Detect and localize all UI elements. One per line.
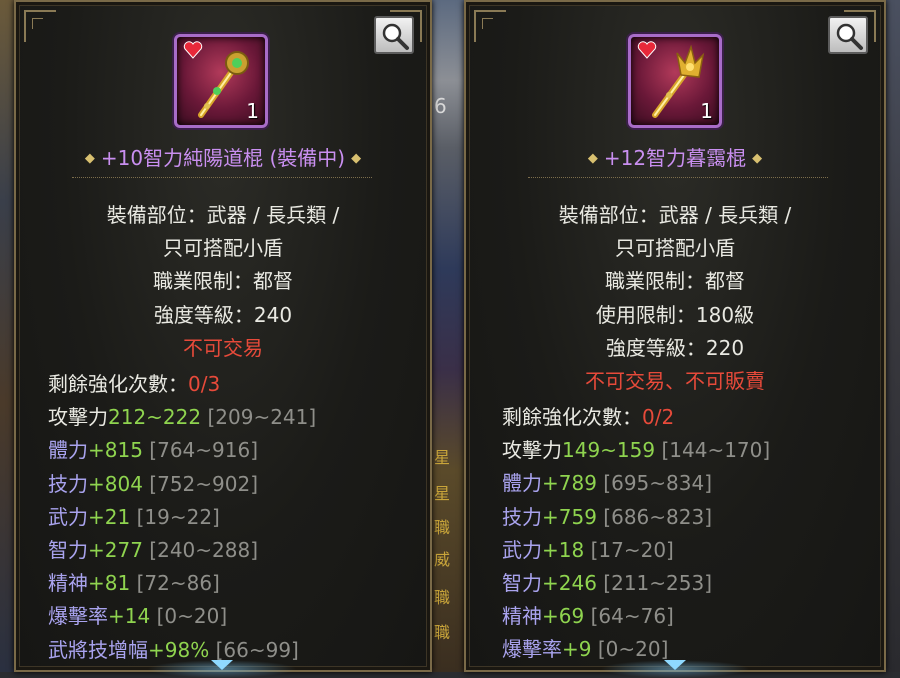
item-icon-slot[interactable]: 1 — [174, 34, 268, 128]
item-quantity: 1 — [246, 99, 259, 123]
item-stats: 剩餘強化次數：0/3 攻擊力212~222 [209~241] 體力+815 [… — [48, 368, 316, 667]
diamond-icon: ◆ — [752, 151, 763, 166]
background-text: 6 — [434, 94, 447, 118]
divider — [528, 177, 828, 178]
equip-slot: 裝備部位：武器 / 長兵類 / — [558, 203, 792, 227]
job-limit: 職業限制：都督 — [153, 269, 293, 294]
job-limit: 職業限制：都督 — [605, 269, 745, 294]
divider — [72, 177, 372, 178]
stat-row: 精神+69 [64~76] — [502, 604, 674, 629]
item-name-text: +12智力暮靄棍 — [603, 146, 747, 170]
stat-row: 體力+789 [695~834] — [502, 471, 713, 496]
diamond-icon: ◆ — [84, 151, 95, 166]
background-text: 職 — [434, 518, 451, 537]
background-text: 威 — [434, 550, 451, 569]
stat-row-attack: 攻擊力149~159 [144~170] — [502, 438, 771, 463]
frame-ornament — [24, 10, 56, 42]
equip-slot: 裝備部位：武器 / 長兵類 / — [106, 203, 340, 227]
item-quantity: 1 — [700, 99, 713, 123]
stat-row: 武力+18 [17~20] — [502, 537, 674, 562]
stat-row: 武力+21 [19~22] — [48, 504, 220, 529]
stat-row: 體力+815 [764~916] — [48, 438, 259, 463]
diamond-icon: ◆ — [351, 151, 362, 166]
item-name: ◆ +12智力暮靄棍 ◆ — [466, 142, 884, 171]
item-tooltip-equipped: 1 ◆ +10智力純陽道棍 (裝備中) ◆ 裝備部位：武器 / 長兵類 / 只可搭配… — [14, 0, 432, 678]
item-stats: 剩餘強化次數：0/2 攻擊力149~159 [144~170] 體力+789 [… — [502, 401, 770, 667]
scroll-down-icon[interactable] — [211, 660, 233, 670]
background-text: 星 — [434, 448, 451, 467]
equip-slot-note: 只可搭配小盾 — [163, 236, 283, 261]
item-name: ◆ +10智力純陽道棍 (裝備中) ◆ — [16, 142, 430, 171]
item-info: 裝備部位：武器 / 長兵類 / 只可搭配小盾 職業限制：都督 使用限制：180級… — [466, 199, 884, 398]
frame-ornament — [474, 10, 506, 42]
magnify-button[interactable] — [374, 16, 414, 54]
diamond-icon: ◆ — [587, 151, 598, 166]
game-background-middle: 6 星 星 職 威 職 職 — [432, 0, 464, 672]
scroll-down-icon[interactable] — [664, 660, 686, 670]
stat-row-attack: 攻擊力212~222 [209~241] — [48, 405, 317, 430]
magnifier-icon — [836, 23, 863, 50]
enhance-remaining: 剩餘強化次數：0/3 — [48, 372, 221, 396]
strength-level: 強度等級：240 — [153, 302, 293, 327]
background-text: 職 — [434, 623, 451, 642]
background-text: 職 — [434, 588, 451, 607]
enhance-remaining: 剩餘強化次數：0/2 — [502, 405, 675, 429]
game-background-left — [0, 0, 14, 672]
background-text: 星 — [434, 484, 451, 503]
equip-slot-note: 只可搭配小盾 — [615, 236, 735, 261]
stat-row: 技力+759 [686~823] — [502, 504, 713, 529]
magnifier-icon — [382, 23, 409, 50]
strength-level: 強度等級：220 — [605, 335, 745, 360]
trade-limit: 不可交易 — [183, 335, 263, 360]
stat-row: 技力+804 [752~902] — [48, 471, 259, 496]
item-info: 裝備部位：武器 / 長兵類 / 只可搭配小盾 職業限制：都督 強度等級：240 … — [16, 199, 430, 365]
stat-row: 智力+246 [211~253] — [502, 570, 713, 595]
stat-row: 精神+81 [72~86] — [48, 571, 220, 596]
item-name-text: +10智力純陽道棍 (裝備中) — [100, 146, 346, 170]
stat-row: 智力+277 [240~288] — [48, 537, 259, 562]
game-background-right — [886, 0, 900, 672]
trade-limit: 不可交易、不可販賣 — [585, 368, 765, 393]
use-limit: 使用限制：180級 — [595, 302, 755, 327]
stat-row: 爆擊率+14 [0~20] — [48, 604, 228, 629]
item-icon-slot[interactable]: 1 — [628, 34, 722, 128]
item-tooltip-compare: 1 ◆ +12智力暮靄棍 ◆ 裝備部位：武器 / 長兵類 / 只可搭配小盾 職業限制… — [464, 0, 886, 678]
magnify-button[interactable] — [828, 16, 868, 54]
